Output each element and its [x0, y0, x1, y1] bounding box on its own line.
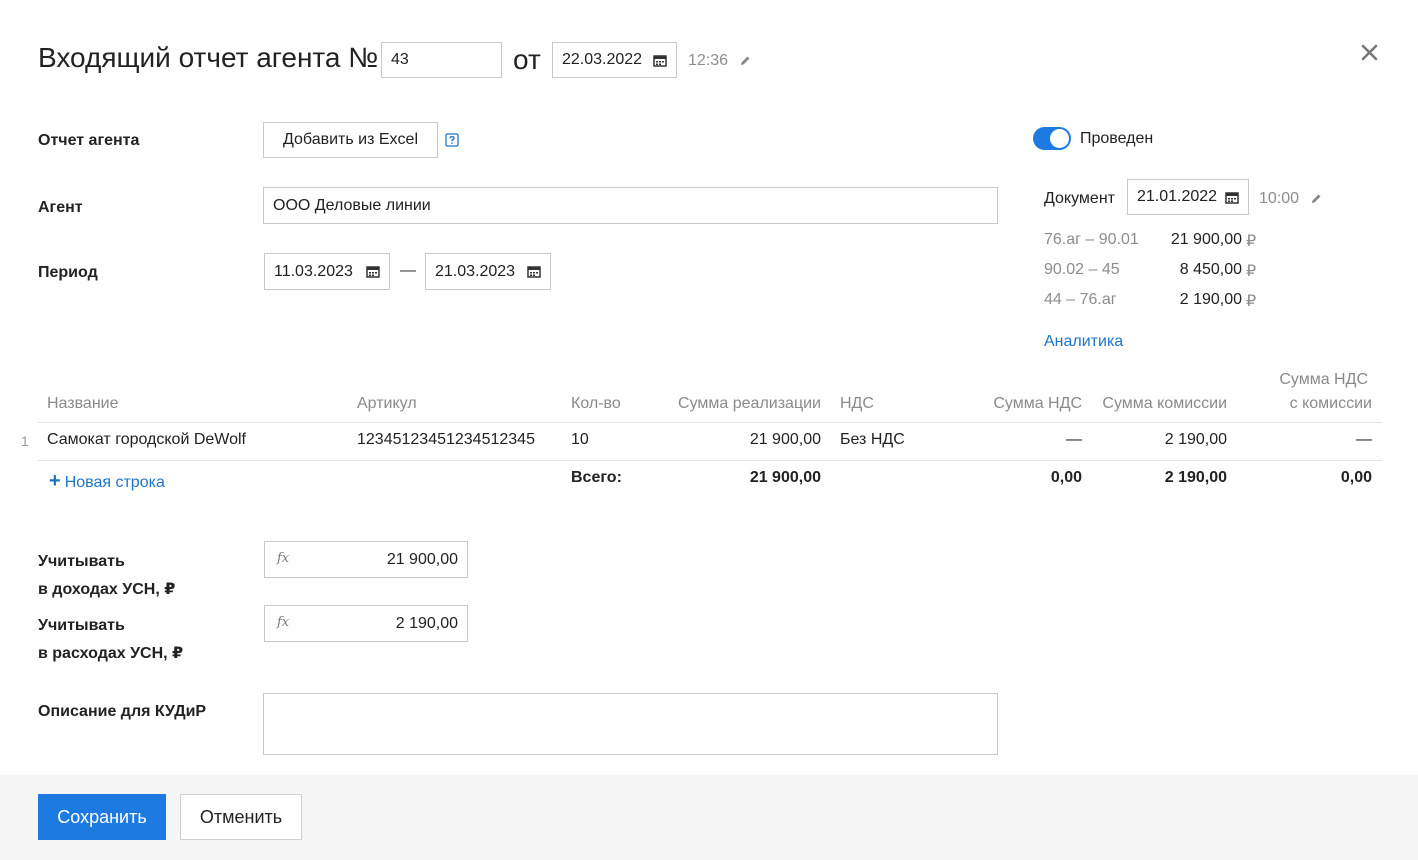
income-label-line2: в доходах УСН, ₽ [38, 581, 176, 598]
cell-vat[interactable]: Без НДС [840, 431, 905, 449]
col-header-article: Артикул [357, 395, 417, 412]
date-value: 22.03.2022 [562, 51, 643, 68]
table-divider [38, 422, 1382, 423]
pencil-icon[interactable] [739, 55, 751, 67]
pencil-icon[interactable] [1310, 193, 1322, 205]
agent-label: Агент [38, 199, 83, 216]
total-sale-sum: 21 900,00 [749, 469, 821, 486]
entry-accounts: 76.аг – 90.01 [1044, 231, 1139, 248]
entry-amount: 21 900,00 [1170, 231, 1242, 248]
col-header-vat-sum: Сумма НДС [993, 395, 1082, 412]
page-title: Входящий отчет агента № [38, 42, 379, 73]
document-time-display[interactable]: 10:00 [1259, 190, 1322, 208]
agent-input[interactable]: ООО Деловые линии [263, 187, 998, 224]
new-row-button[interactable]: + Новая строка [49, 470, 165, 493]
time-display[interactable]: 12:36 [688, 52, 751, 70]
period-from-value: 11.03.2023 [274, 262, 353, 280]
total-vat-sum: 0,00 [1050, 469, 1082, 486]
entry-amount: 2 190,00 [1179, 291, 1242, 308]
col-header-vat: НДС [840, 395, 874, 412]
cell-commission[interactable]: 2 190,00 [1090, 431, 1227, 449]
total-vat-commission: 0,00 [1340, 469, 1372, 486]
total-commission: 2 190,00 [1164, 469, 1227, 486]
calendar-icon[interactable] [1225, 191, 1239, 204]
plus-icon: + [49, 470, 61, 492]
number-input[interactable]: 43 [381, 42, 502, 78]
help-icon[interactable] [445, 133, 459, 147]
ruble-sign: ₽ [1246, 233, 1257, 250]
period-from-input[interactable]: 11.03.2023 [264, 253, 390, 290]
time-value: 12:36 [688, 52, 729, 69]
income-value: 21 900,00 [386, 550, 458, 568]
cell-sale-sum[interactable]: 21 900,00 [660, 431, 821, 449]
ruble-sign: ₽ [1246, 263, 1257, 280]
period-to-input[interactable]: 21.03.2023 [425, 253, 551, 290]
col-header-qty: Кол-во [571, 395, 621, 412]
col-header-commission: Сумма комиссии [1102, 395, 1227, 412]
entry-accounts: 44 – 76.аг [1044, 291, 1117, 308]
report-label: Отчет агента [38, 132, 140, 149]
analytics-link[interactable]: Аналитика [1044, 333, 1123, 351]
posted-status: Проведен [1080, 130, 1154, 147]
agent-value: ООО Деловые линии [273, 196, 431, 214]
period-dash: — [400, 262, 416, 279]
col-header-sale-sum: Сумма реализации [678, 395, 821, 412]
new-row-label: Новая строка [64, 474, 165, 491]
close-icon[interactable] [1361, 44, 1378, 61]
col-header-vat-commission-line1: Сумма НДС [1279, 371, 1368, 388]
col-header-name: Название [47, 395, 119, 412]
calendar-icon[interactable] [653, 54, 667, 67]
period-label: Период [38, 264, 98, 281]
period-to-value: 21.03.2023 [435, 262, 516, 280]
formula-icon: fx [277, 615, 290, 630]
expense-input[interactable]: fx 2 190,00 [264, 605, 468, 642]
document-date-input[interactable]: 21.01.2022 [1127, 179, 1249, 215]
formula-icon: fx [277, 551, 290, 566]
col-header-vat-commission-line2: с комиссии [1289, 395, 1372, 412]
ruble-sign: ₽ [1246, 293, 1257, 310]
cell-vat-sum: — [1066, 431, 1082, 448]
table-divider [38, 460, 1382, 461]
document-time-value: 10:00 [1259, 190, 1300, 207]
number-value: 43 [391, 51, 409, 68]
expense-label-line1: Учитывать [38, 617, 125, 634]
entry-amount: 8 450,00 [1179, 261, 1242, 278]
document-label: Документ [1044, 190, 1115, 207]
entry-accounts: 90.02 – 45 [1044, 261, 1120, 278]
cell-article[interactable]: 12345123451234512345 [357, 431, 535, 449]
income-input[interactable]: fx 21 900,00 [264, 541, 468, 578]
calendar-icon[interactable] [527, 265, 541, 278]
kudir-label: Описание для КУДиР [38, 703, 207, 720]
expense-value: 2 190,00 [395, 614, 458, 632]
row-index: 1 [21, 433, 29, 449]
date-input[interactable]: 22.03.2022 [552, 42, 677, 78]
posted-toggle[interactable] [1033, 127, 1071, 150]
toggle-knob [1050, 129, 1069, 148]
calendar-icon[interactable] [366, 265, 380, 278]
document-date-value: 21.01.2022 [1137, 188, 1218, 205]
cell-qty[interactable]: 10 [571, 431, 589, 449]
income-label-line1: Учитывать [38, 553, 125, 570]
save-button[interactable]: Сохранить [38, 794, 166, 840]
add-from-excel-button[interactable]: Добавить из Excel [263, 122, 438, 158]
kudir-textarea[interactable] [263, 693, 998, 755]
footer-bar: Сохранить Отменить [0, 775, 1418, 860]
cell-vat-commission: — [1356, 431, 1372, 448]
cell-name[interactable]: Самокат городской DeWolf [47, 431, 246, 449]
expense-label-line2: в расходах УСН, ₽ [38, 645, 184, 662]
total-label: Всего: [571, 469, 622, 486]
from-label: от [513, 44, 541, 75]
cancel-button[interactable]: Отменить [180, 794, 302, 840]
